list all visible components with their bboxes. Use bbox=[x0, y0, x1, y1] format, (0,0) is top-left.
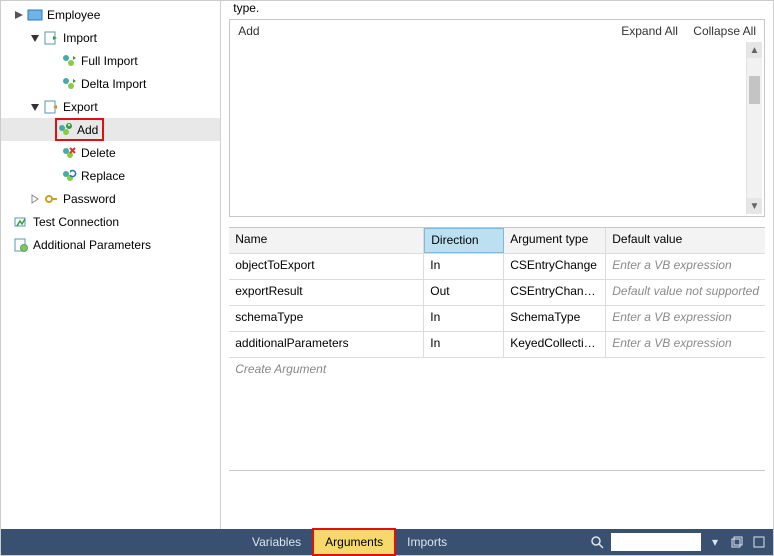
scroll-up-icon[interactable]: ▲ bbox=[747, 42, 762, 58]
scrollbar-thumb[interactable] bbox=[749, 76, 760, 104]
activity-title: Add bbox=[238, 24, 259, 38]
expander-icon[interactable] bbox=[29, 193, 41, 205]
cell-argtype[interactable]: CSEntryChange bbox=[504, 254, 606, 279]
tree-label: Delta Import bbox=[81, 77, 146, 91]
bottom-bar: Variables Arguments Imports ▾ bbox=[1, 529, 773, 555]
grid-empty-area bbox=[229, 380, 765, 470]
grid-row[interactable]: schemaType In SchemaType Enter a VB expr… bbox=[229, 306, 765, 332]
cell-default[interactable]: Enter a VB expression bbox=[606, 332, 765, 357]
import-delta-icon bbox=[61, 76, 77, 92]
truncated-caption: type. bbox=[221, 1, 773, 15]
highlight-box: Add bbox=[55, 118, 104, 141]
design-surface[interactable]: Add Expand All Collapse All ▲ ▼ bbox=[229, 19, 765, 217]
cell-direction[interactable]: In bbox=[424, 332, 504, 357]
tree-item-export[interactable]: Export bbox=[1, 95, 220, 118]
grid-row[interactable]: objectToExport In CSEntryChange Enter a … bbox=[229, 254, 765, 280]
cell-direction[interactable]: Out bbox=[424, 280, 504, 305]
tree-label: Full Import bbox=[81, 54, 138, 68]
tree-panel: Employee Import Full Import bbox=[1, 1, 221, 555]
tree-item-additional-parameters[interactable]: Additional Parameters bbox=[1, 233, 220, 256]
tree-item-full-import[interactable]: Full Import bbox=[1, 49, 220, 72]
tree-item-export-replace[interactable]: Replace bbox=[1, 164, 220, 187]
password-icon bbox=[43, 191, 59, 207]
import-full-icon bbox=[61, 53, 77, 69]
tree-label: Delete bbox=[81, 146, 116, 160]
replace-icon bbox=[61, 168, 77, 184]
cell-name[interactable]: additionalParameters bbox=[229, 332, 424, 357]
tree-item-delta-import[interactable]: Delta Import bbox=[1, 72, 220, 95]
tree-item-test-connection[interactable]: Test Connection bbox=[1, 210, 220, 233]
tree-item-password[interactable]: Password bbox=[1, 187, 220, 210]
collapse-all-link[interactable]: Collapse All bbox=[693, 24, 756, 38]
expander-open-icon[interactable] bbox=[29, 101, 41, 113]
create-argument-row[interactable]: Create Argument bbox=[229, 358, 765, 380]
maximize-panel-icon[interactable] bbox=[751, 534, 767, 550]
scroll-down-icon[interactable]: ▼ bbox=[747, 198, 762, 214]
tree-item-export-delete[interactable]: Delete bbox=[1, 141, 220, 164]
tab-arguments[interactable]: Arguments bbox=[313, 529, 395, 555]
tree-item-employee[interactable]: Employee bbox=[1, 3, 220, 26]
cell-name[interactable]: objectToExport bbox=[229, 254, 424, 279]
add-icon bbox=[57, 122, 73, 138]
expander-icon[interactable] bbox=[13, 9, 25, 21]
parameters-icon bbox=[13, 237, 29, 253]
tree-label: Export bbox=[63, 100, 98, 114]
search-icon[interactable] bbox=[589, 534, 605, 550]
cell-default[interactable]: Enter a VB expression bbox=[606, 306, 765, 331]
cell-name[interactable]: schemaType bbox=[229, 306, 424, 331]
cell-argtype[interactable]: CSEntryChangeResult bbox=[504, 280, 606, 305]
arguments-grid: Name Direction Argument type Default val… bbox=[229, 227, 765, 471]
tree-label: Import bbox=[63, 31, 97, 45]
tree: Employee Import Full Import bbox=[1, 1, 220, 256]
grid-row[interactable]: additionalParameters In KeyedCollection<… bbox=[229, 332, 765, 358]
export-icon bbox=[43, 99, 59, 115]
import-icon bbox=[43, 30, 59, 46]
folder-icon bbox=[27, 7, 43, 23]
cell-argtype[interactable]: KeyedCollection<String, ConfigParameter> bbox=[504, 332, 606, 357]
expand-all-link[interactable]: Expand All bbox=[621, 24, 678, 38]
tab-variables[interactable]: Variables bbox=[240, 529, 313, 555]
delete-icon bbox=[61, 145, 77, 161]
cell-direction[interactable]: In bbox=[424, 254, 504, 279]
vertical-scrollbar[interactable]: ▲ ▼ bbox=[746, 42, 762, 214]
tree-label: Test Connection bbox=[33, 215, 119, 229]
tab-imports[interactable]: Imports bbox=[395, 529, 459, 555]
col-header-default[interactable]: Default value bbox=[606, 228, 765, 253]
chevron-down-icon[interactable]: ▾ bbox=[707, 534, 723, 550]
tree-item-export-add[interactable]: Add bbox=[1, 118, 220, 141]
grid-row[interactable]: exportResult Out CSEntryChangeResult Def… bbox=[229, 280, 765, 306]
col-header-direction[interactable]: Direction bbox=[424, 228, 504, 253]
col-header-argtype[interactable]: Argument type bbox=[504, 228, 606, 253]
restore-panel-icon[interactable] bbox=[729, 534, 745, 550]
expander-open-icon[interactable] bbox=[29, 32, 41, 44]
right-panel: type. Add Expand All Collapse All ▲ ▼ Na… bbox=[221, 1, 773, 555]
tree-label: Employee bbox=[47, 8, 100, 22]
cell-name[interactable]: exportResult bbox=[229, 280, 424, 305]
cell-default[interactable]: Enter a VB expression bbox=[606, 254, 765, 279]
col-header-name[interactable]: Name bbox=[229, 228, 424, 253]
tree-item-import[interactable]: Import bbox=[1, 26, 220, 49]
tree-label: Additional Parameters bbox=[33, 238, 151, 252]
cell-direction[interactable]: In bbox=[424, 306, 504, 331]
tree-label: Replace bbox=[81, 169, 125, 183]
tree-label: Password bbox=[63, 192, 116, 206]
grid-header-row: Name Direction Argument type Default val… bbox=[229, 228, 765, 254]
cell-default[interactable]: Default value not supported bbox=[606, 280, 765, 305]
test-connection-icon bbox=[13, 214, 29, 230]
tree-label: Add bbox=[77, 123, 98, 137]
search-input[interactable] bbox=[611, 533, 701, 551]
cell-argtype[interactable]: SchemaType bbox=[504, 306, 606, 331]
